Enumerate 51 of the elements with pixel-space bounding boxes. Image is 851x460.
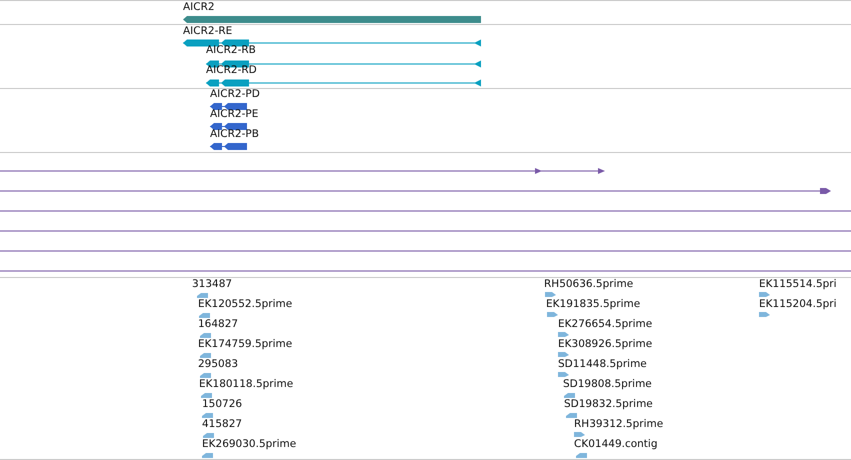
est-arrow-glyph[interactable] [547, 312, 558, 318]
est-label[interactable]: 150726 [202, 399, 242, 410]
transcript-label[interactable]: AICR2-RD [206, 65, 257, 76]
est-label[interactable]: EK180118.5prime [199, 379, 294, 390]
est-arrow-glyph[interactable] [574, 432, 585, 438]
est-label[interactable]: EK115514.5pri [759, 279, 837, 290]
est-arrow-glyph[interactable] [564, 392, 575, 398]
est-arrow-glyph[interactable] [202, 452, 213, 458]
est-label[interactable]: 415827 [202, 419, 242, 430]
est-label[interactable]: 164827 [198, 319, 238, 330]
est-arrow-glyph[interactable] [566, 412, 577, 418]
est-arrow-glyph[interactable] [200, 352, 211, 358]
est-label[interactable]: CK01449.contig [574, 439, 658, 450]
est-label[interactable]: SD11448.5prime [558, 359, 647, 370]
transcript-glyph[interactable] [183, 39, 481, 47]
gene-label[interactable]: AICR2 [183, 2, 215, 13]
transcript-label[interactable]: AICR2-RB [206, 45, 256, 56]
est-label[interactable]: 313487 [192, 279, 232, 290]
est-label[interactable]: RH39312.5prime [574, 419, 664, 430]
est-label[interactable]: EK115204.5pri [759, 299, 837, 310]
est-arrow-glyph[interactable] [558, 332, 569, 338]
est-arrow-glyph[interactable] [558, 352, 569, 358]
est-label[interactable]: EK120552.5prime [198, 299, 292, 310]
est-arrow-glyph[interactable] [545, 292, 556, 298]
est-label[interactable]: EK276654.5prime [558, 319, 652, 330]
est-label[interactable]: EK191835.5prime [546, 299, 640, 310]
transcript-label[interactable]: AICR2-RE [183, 26, 232, 37]
est-arrow-glyph[interactable] [576, 452, 587, 458]
est-arrow-glyph[interactable] [200, 372, 211, 378]
est-arrow-glyph[interactable] [201, 392, 212, 398]
est-label[interactable]: EK174759.5prime [198, 339, 292, 350]
est-arrow-glyph[interactable] [558, 372, 569, 378]
est-arrow-glyph[interactable] [759, 312, 770, 318]
protein-label[interactable]: AICR2-PD [210, 89, 260, 100]
protein-label[interactable]: AICR2-PE [210, 109, 258, 120]
est-arrow-glyph[interactable] [203, 432, 214, 438]
est-label[interactable]: RH50636.5prime [544, 279, 634, 290]
est-arrow-glyph[interactable] [199, 312, 210, 318]
est-label[interactable]: EK308926.5prime [558, 339, 652, 350]
est-arrow-glyph[interactable] [202, 412, 213, 418]
est-label[interactable]: 295083 [198, 359, 238, 370]
protein-label[interactable]: AICR2-PB [210, 129, 259, 140]
transcript-glyph[interactable] [206, 79, 481, 87]
est-arrow-glyph[interactable] [759, 292, 770, 298]
est-label[interactable]: SD19808.5prime [563, 379, 652, 390]
est-arrow-glyph[interactable] [200, 332, 211, 338]
est-arrow-glyph[interactable] [197, 292, 208, 298]
protein-glyph[interactable] [210, 103, 247, 110]
protein-glyph[interactable] [210, 123, 247, 130]
est-label[interactable]: SD19832.5prime [564, 399, 653, 410]
est-label[interactable]: EK269030.5prime [202, 439, 296, 450]
